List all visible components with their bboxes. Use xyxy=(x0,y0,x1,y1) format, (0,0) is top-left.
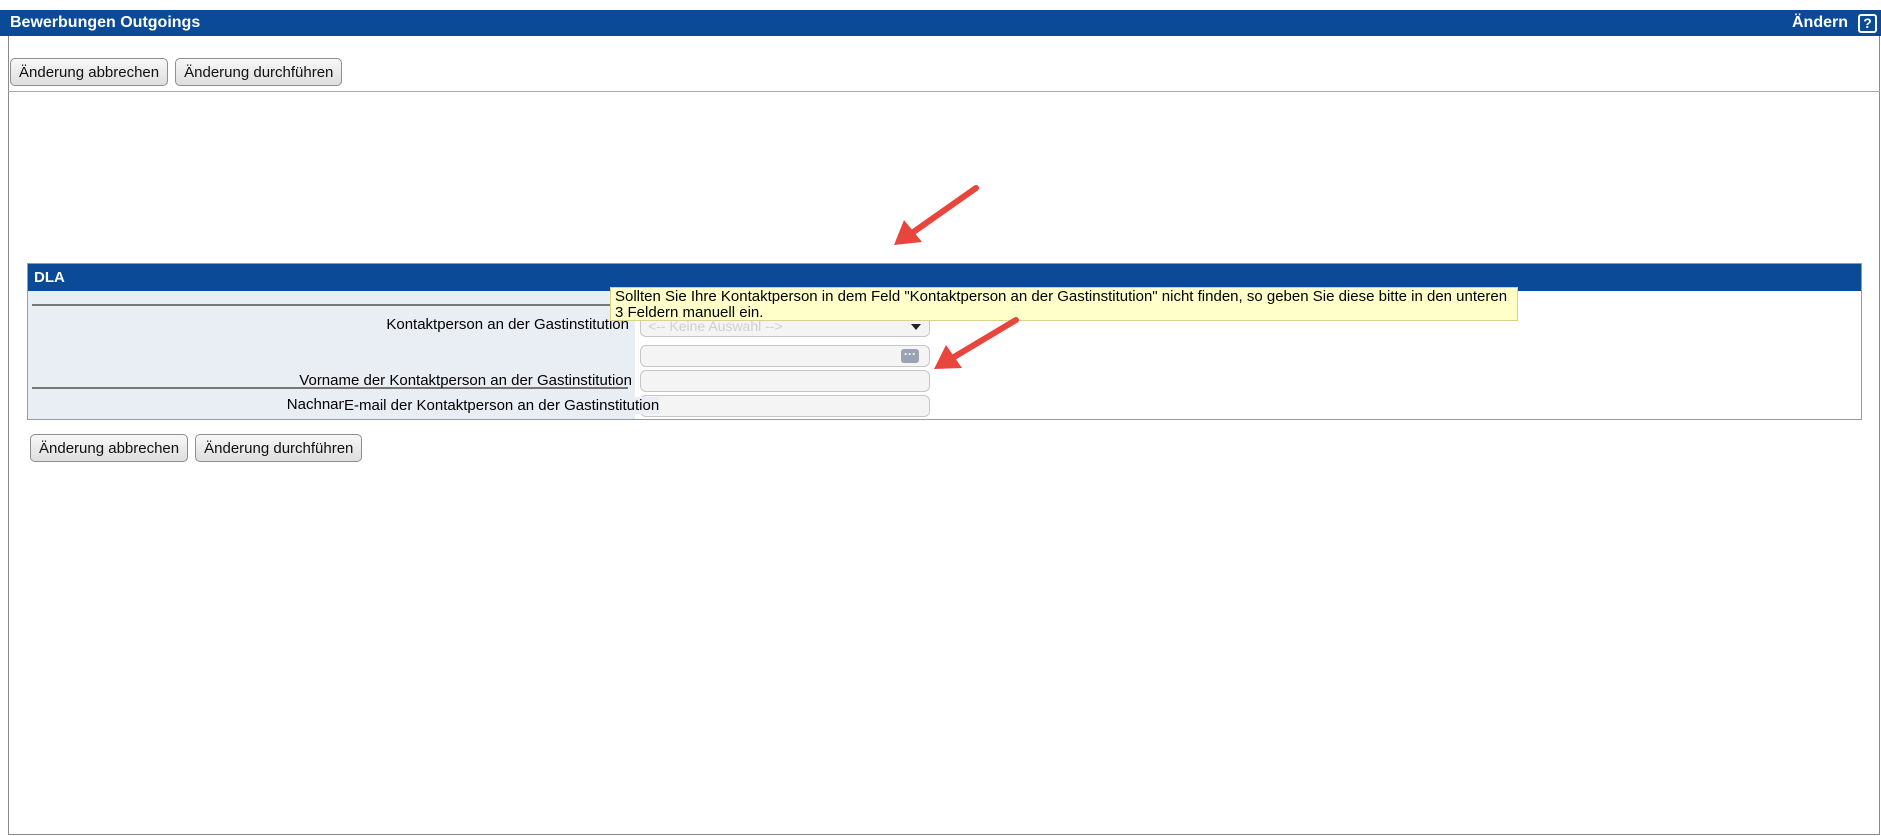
annotation-arrows xyxy=(894,185,1019,369)
annotation-arrow-icon xyxy=(934,317,1019,369)
annotation-arrow-icon xyxy=(894,185,979,245)
